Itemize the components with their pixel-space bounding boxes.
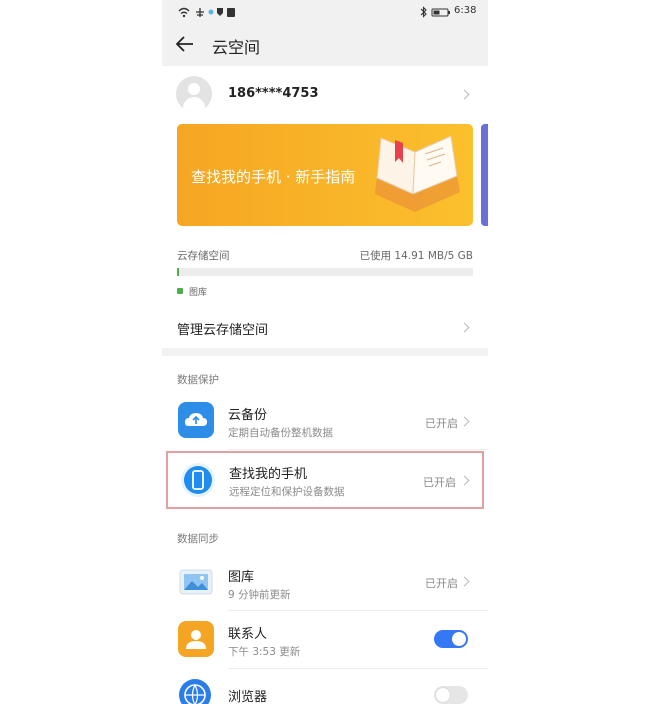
item-subtitle: 远程定位和保护设备数据 bbox=[229, 486, 345, 498]
contacts-sync-toggle[interactable] bbox=[434, 630, 468, 648]
status-label: 已开启 bbox=[425, 577, 458, 590]
list-item-cloud-backup[interactable]: 云备份 定期自动备份整机数据 已开启 bbox=[162, 392, 488, 448]
list-item-browser[interactable]: 浏览器 bbox=[162, 672, 488, 704]
item-subtitle: 下午 3:53 更新 bbox=[228, 646, 301, 658]
chevron-right-icon bbox=[459, 416, 470, 427]
list-item-find-my-phone[interactable]: 查找我的手机 远程定位和保护设备数据 已开启 bbox=[166, 451, 484, 509]
section-data-sync: 数据同步 bbox=[177, 533, 219, 545]
storage-usage: 已使用 14.91 MB/5 GB bbox=[359, 250, 473, 262]
divider bbox=[228, 449, 488, 450]
legend-label: 图库 bbox=[189, 288, 208, 298]
contacts-icon bbox=[178, 621, 214, 657]
legend-swatch bbox=[177, 288, 183, 294]
item-title: 图库 bbox=[228, 570, 255, 585]
phone-screen: 6:38 云空间 186****4753 查找我的手机 · 新手指南 云存储空间… bbox=[162, 0, 488, 704]
divider bbox=[228, 610, 488, 611]
book-icon bbox=[375, 135, 460, 212]
status-label: 已开启 bbox=[423, 476, 456, 489]
section-separator bbox=[162, 348, 488, 356]
browser-icon bbox=[179, 679, 211, 704]
guide-banner[interactable]: 查找我的手机 · 新手指南 bbox=[177, 124, 473, 226]
app-bar: 云空间 bbox=[162, 24, 488, 66]
chevron-right-icon bbox=[459, 322, 470, 333]
manage-storage-row[interactable]: 管理云存储空间 bbox=[162, 306, 488, 348]
gallery-icon bbox=[179, 569, 213, 595]
chevron-right-icon bbox=[459, 475, 470, 486]
back-arrow-icon[interactable] bbox=[176, 36, 194, 52]
item-subtitle: 定期自动备份整机数据 bbox=[228, 427, 333, 439]
status-bar: 6:38 bbox=[162, 0, 488, 24]
storage-label: 云存储空间 bbox=[177, 250, 230, 262]
list-item-contacts[interactable]: 联系人 下午 3:53 更新 bbox=[162, 612, 488, 668]
account-row[interactable]: 186****4753 bbox=[162, 66, 488, 122]
avatar bbox=[176, 76, 212, 112]
item-subtitle: 9 分钟前更新 bbox=[228, 589, 291, 601]
storage-bar bbox=[177, 268, 473, 276]
chevron-right-icon bbox=[459, 89, 470, 100]
status-icons-left bbox=[178, 7, 235, 18]
item-title: 云备份 bbox=[228, 408, 268, 423]
status-label: 已开启 bbox=[425, 417, 458, 430]
manage-storage-label: 管理云存储空间 bbox=[177, 323, 269, 338]
status-time: 6:38 bbox=[454, 5, 477, 16]
list-item-gallery[interactable]: 图库 9 分钟前更新 已开启 bbox=[162, 554, 488, 610]
item-title: 联系人 bbox=[228, 627, 268, 642]
chevron-right-icon bbox=[459, 576, 470, 587]
item-title: 浏览器 bbox=[228, 690, 268, 704]
section-data-protection: 数据保护 bbox=[177, 374, 219, 386]
banner-text: 查找我的手机 · 新手指南 bbox=[191, 168, 356, 186]
cloud-backup-icon bbox=[178, 402, 214, 438]
next-banner-peek bbox=[481, 124, 488, 226]
item-title: 查找我的手机 bbox=[229, 467, 308, 482]
find-phone-icon bbox=[181, 463, 215, 497]
divider bbox=[228, 668, 488, 669]
status-icons-right bbox=[420, 6, 450, 18]
page-title: 云空间 bbox=[212, 38, 261, 57]
browser-sync-toggle[interactable] bbox=[434, 686, 468, 704]
storage-bar-fill bbox=[177, 268, 179, 276]
account-phone: 186****4753 bbox=[228, 86, 319, 101]
